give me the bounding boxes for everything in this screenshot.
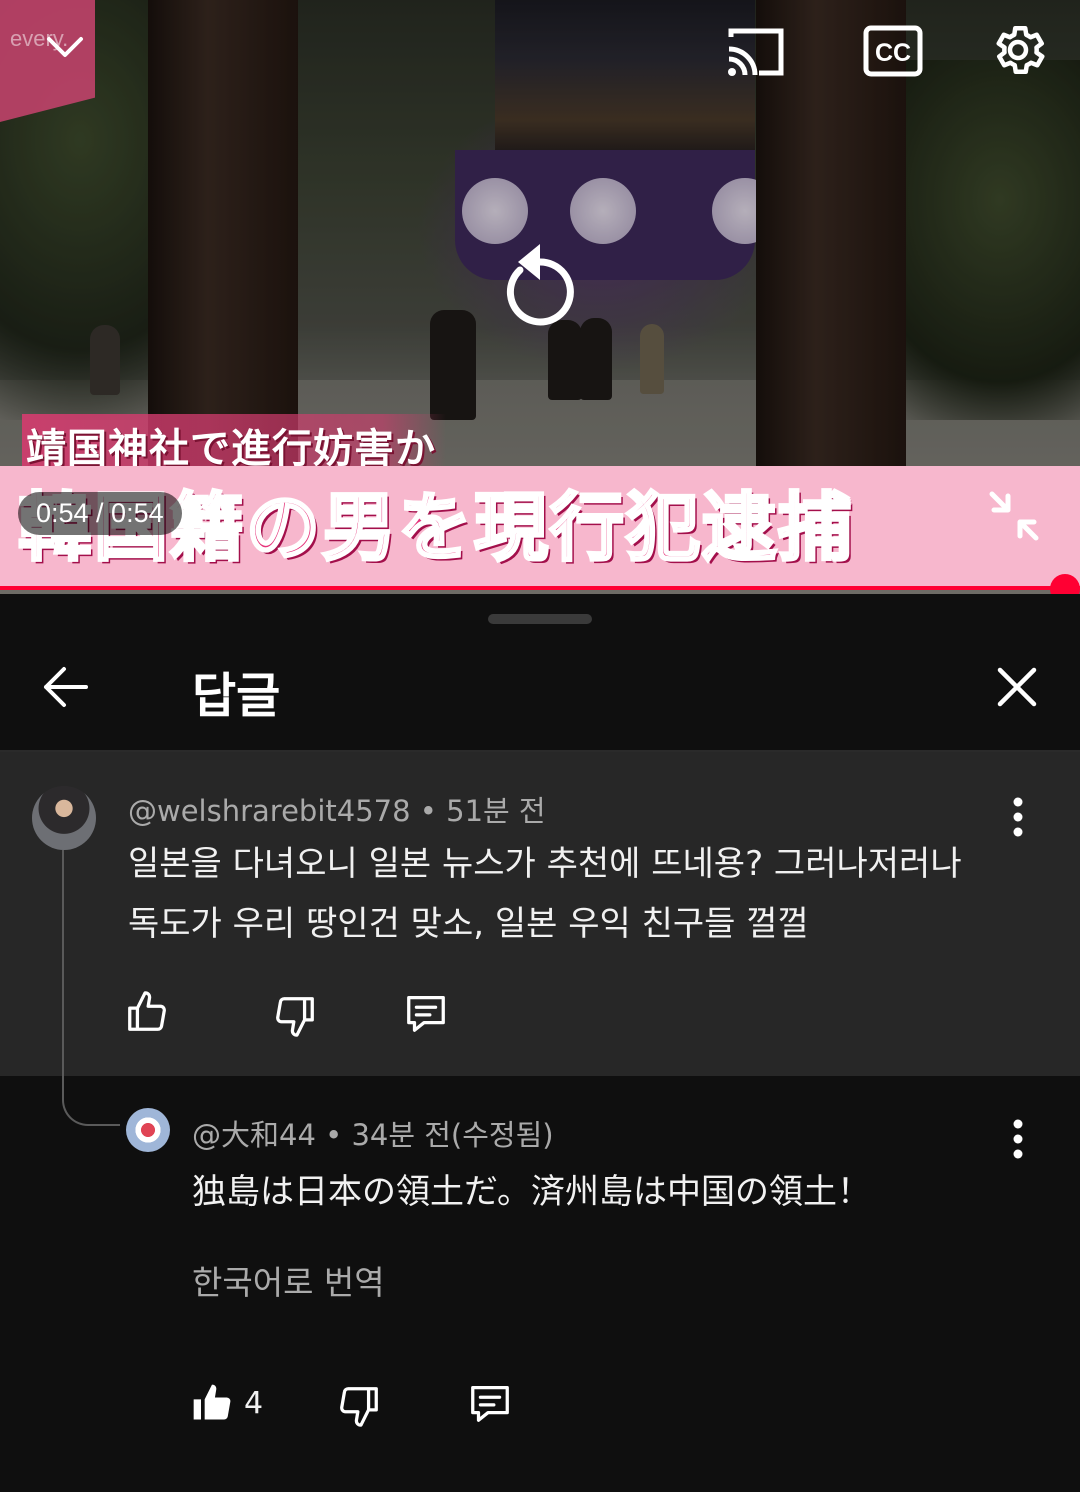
reply-button[interactable] — [402, 990, 450, 1036]
progress-bar[interactable] — [0, 586, 1080, 590]
minimize-button[interactable] — [40, 22, 90, 72]
reply-dislike-button[interactable] — [336, 1382, 382, 1430]
panel-title: 답글 — [192, 668, 281, 724]
like-count: 4 — [244, 1385, 264, 1421]
replay-button[interactable] — [498, 240, 582, 334]
reply-author[interactable]: @大和44 — [192, 1118, 316, 1152]
comment-more-button[interactable] — [1004, 796, 1032, 842]
reply-more-button[interactable] — [1004, 1118, 1032, 1164]
more-vert-icon — [1013, 797, 1023, 837]
comment-icon — [471, 1386, 509, 1422]
captions-button[interactable]: CC — [860, 20, 926, 82]
cc-icon: CC — [863, 25, 923, 77]
thread-connector — [62, 850, 120, 1126]
comment-icon — [407, 996, 445, 1032]
fullscreen-exit-icon — [989, 491, 1039, 541]
close-button[interactable] — [994, 664, 1040, 714]
thumbs-down-icon — [340, 1387, 378, 1427]
more-vert-icon — [1013, 1119, 1023, 1159]
panel-drag-handle[interactable] — [488, 614, 592, 624]
video-player[interactable]: every. CC 靖国神社で進行妨害か 韓国籍の男を現行犯逮捕 0:54 / … — [0, 0, 1080, 594]
like-button[interactable] — [124, 988, 170, 1036]
avatar[interactable] — [126, 1108, 170, 1152]
meta-separator: • — [325, 1118, 352, 1152]
thumbs-down-icon — [276, 997, 314, 1037]
time-display: 0:54 / 0:54 — [18, 492, 182, 535]
comment-text-line: 일본을 다녀오니 일본 뉴스가 추천에 뜨네용? 그러나저러나 — [128, 844, 962, 884]
translate-link[interactable]: 한국어로 번역 — [192, 1256, 385, 1304]
close-icon — [997, 667, 1037, 707]
fullscreen-button[interactable] — [984, 486, 1044, 550]
cast-icon — [728, 28, 784, 76]
cast-button[interactable] — [722, 20, 788, 82]
back-button[interactable] — [40, 664, 90, 714]
meta-separator: • — [419, 794, 447, 828]
reply-text: 独島は日本の領土だ。済州島は中国の領土！ — [192, 1172, 871, 1212]
replay-icon — [506, 244, 574, 326]
thumbs-up-filled-icon — [193, 1384, 231, 1420]
comment-meta: @welshrarebit4578 • 51분 전 — [128, 788, 546, 830]
dislike-button[interactable] — [272, 992, 318, 1040]
reply-like-button[interactable]: 4 — [190, 1380, 263, 1426]
thumbs-up-icon — [128, 991, 166, 1031]
comment-time: 51분 전 — [446, 794, 546, 828]
settings-button[interactable] — [986, 18, 1050, 82]
arrow-left-icon — [44, 667, 88, 707]
svg-text:CC: CC — [875, 39, 911, 67]
comment-author[interactable]: @welshrarebit4578 — [128, 794, 411, 828]
reply-reply-button[interactable] — [466, 1380, 514, 1426]
comment-text: 일본을 다녀오니 일본 뉴스가 추천에 뜨네용? 그러나저러나 독도가 우리 땅… — [128, 834, 962, 954]
reply-meta: @大和44 • 34분 전(수정됨) — [192, 1112, 554, 1154]
avatar[interactable] — [32, 786, 96, 850]
chevron-down-icon — [47, 37, 83, 57]
comment-text-line: 독도가 우리 땅인건 맞소, 일본 우익 친구들 껄껄 — [128, 904, 809, 944]
reply-time: 34분 전(수정됨) — [351, 1118, 554, 1152]
settings-icon — [996, 26, 1045, 74]
